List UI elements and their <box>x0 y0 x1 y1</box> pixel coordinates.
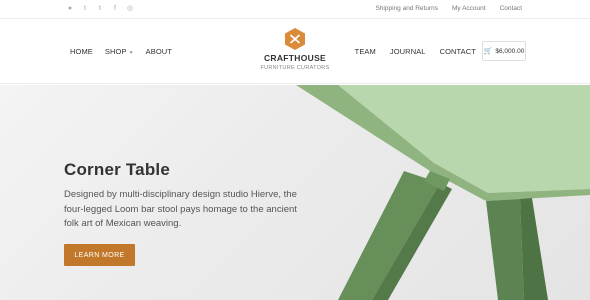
dribbble-icon[interactable]: ◎ <box>126 4 134 13</box>
chevron-down-icon: ▼ <box>128 50 134 56</box>
cart-button[interactable]: 🛒 $6,000.00 <box>482 41 526 61</box>
main-nav-left: HOME SHOP ▼ ABOUT <box>70 47 172 56</box>
nav-contact[interactable]: CONTACT <box>440 47 476 56</box>
facebook-icon[interactable]: f <box>111 4 119 13</box>
twitter-icon[interactable]: t <box>81 4 89 13</box>
main-nav-right: TEAM JOURNAL CONTACT <box>355 47 476 56</box>
logo-tagline: FURNITURE CURATORS <box>260 65 330 71</box>
shipping-returns-link[interactable]: Shipping and Returns <box>375 5 438 12</box>
learn-more-button[interactable]: LEARN MORE <box>64 244 135 266</box>
top-links: Shipping and Returns My Account Contact <box>375 5 522 12</box>
cart-icon: 🛒 <box>483 48 493 55</box>
nav-shop-label: SHOP <box>104 47 127 56</box>
nav-about[interactable]: ABOUT <box>146 47 172 56</box>
hero-title: Corner Table <box>64 160 170 179</box>
cart-amount: $6,000.00 <box>495 47 525 55</box>
tumblr-icon[interactable]: t <box>96 4 104 13</box>
hero-description: Designed by multi-disciplinary design st… <box>64 189 297 229</box>
contact-top-link[interactable]: Contact <box>500 5 522 12</box>
nav-team[interactable]: TEAM <box>355 47 376 56</box>
top-bar: ● t t f ◎ Shipping and Returns My Accoun… <box>0 0 590 19</box>
hexagon-logo-icon <box>285 28 305 50</box>
site-logo[interactable]: CRAFTHOUSE FURNITURE CURATORS <box>255 27 335 71</box>
nav-journal[interactable]: JOURNAL <box>390 47 426 56</box>
logo-name: CRAFTHOUSE <box>263 53 327 63</box>
apple-icon[interactable]: ● <box>66 4 74 13</box>
site-header: HOME SHOP ▼ ABOUT CRAFTHOUSE FURNITURE CU… <box>0 20 590 84</box>
social-links: ● t t f ◎ <box>66 4 134 13</box>
hero-banner: Corner Table Designed by multi-disciplin… <box>0 85 590 300</box>
nav-home[interactable]: HOME <box>70 47 93 56</box>
my-account-link[interactable]: My Account <box>452 5 486 12</box>
nav-shop[interactable]: SHOP ▼ <box>105 47 134 56</box>
